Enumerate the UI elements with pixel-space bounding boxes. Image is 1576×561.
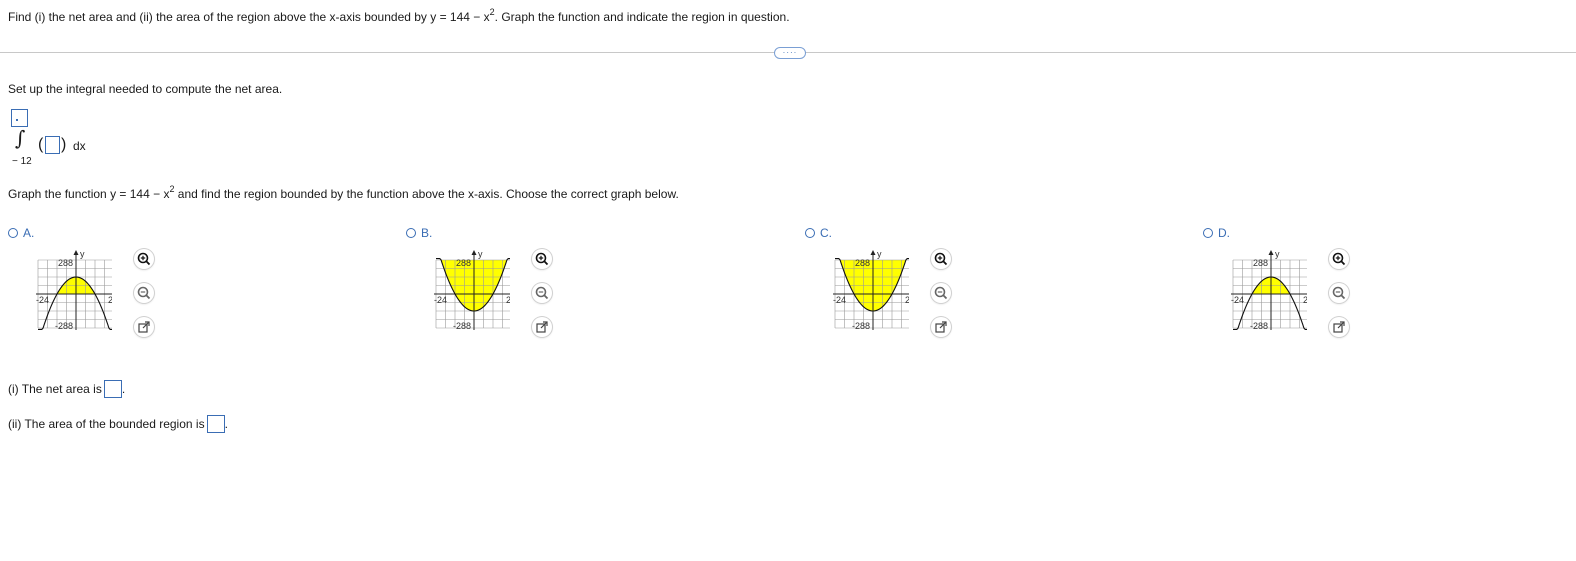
graph-prompt: Graph the function y = 144 − x2 and find…	[8, 184, 679, 201]
expand-button[interactable]: ····	[774, 47, 806, 59]
option-graph: 288-288-2424xy	[833, 249, 921, 331]
integrand-input[interactable]	[45, 136, 60, 154]
option-c[interactable]: C.	[805, 226, 832, 240]
y-axis-label: y	[877, 249, 882, 259]
x-left-label: -24	[36, 295, 49, 305]
radio-button[interactable]	[406, 228, 416, 238]
zoom-out-button[interactable]	[1329, 283, 1349, 303]
option-graph: 288-288-2424xy	[434, 249, 522, 331]
net-area-row: (i) The net area is.	[8, 380, 126, 398]
x-right-label: 24	[506, 295, 510, 305]
setup-prompt: Set up the integral needed to compute th…	[8, 82, 283, 96]
y-bottom-label: -288	[453, 321, 471, 331]
dx-label: dx	[73, 139, 86, 153]
y-bottom-label: -288	[1250, 321, 1268, 331]
popout-icon	[138, 321, 150, 333]
open-paren: (	[38, 136, 44, 153]
y-axis-label: y	[80, 249, 85, 259]
x-left-label: -24	[1231, 295, 1244, 305]
zoom-out-icon	[535, 286, 549, 300]
y-top-label: 288	[855, 258, 870, 268]
popout-button[interactable]	[1329, 317, 1349, 337]
net-area-input[interactable]	[103, 380, 122, 398]
close-paren: )	[61, 136, 67, 153]
zoom-out-button[interactable]	[931, 283, 951, 303]
x-left-label: -24	[434, 295, 447, 305]
option-letter: B.	[421, 226, 433, 240]
zoom-in-icon	[1332, 252, 1346, 266]
zoom-in-button[interactable]	[532, 249, 552, 269]
zoom-in-button[interactable]	[134, 249, 154, 269]
graph-container: 288-288-2424xy	[1207, 244, 1319, 347]
option-b[interactable]: B.	[406, 226, 432, 240]
x-right-label: 24	[108, 295, 112, 305]
lower-limit: − 12	[12, 156, 32, 167]
zoom-out-button[interactable]	[532, 283, 552, 303]
zoom-out-icon	[137, 286, 151, 300]
y-axis-label: y	[478, 249, 483, 259]
option-letter: C.	[820, 226, 832, 240]
integral-sign: ∫	[15, 126, 26, 150]
x-right-label: 24	[905, 295, 909, 305]
zoom-in-icon	[535, 252, 549, 266]
zoom-out-icon	[934, 286, 948, 300]
option-letter: A.	[23, 226, 35, 240]
zoom-in-icon	[934, 252, 948, 266]
upper-limit-input[interactable]	[11, 109, 28, 127]
graph-container: 288-288-2424xy	[12, 244, 124, 347]
question-text: Find (i) the net area and (ii) the area …	[8, 7, 790, 24]
y-top-label: 288	[58, 258, 73, 268]
zoom-in-button[interactable]	[1329, 249, 1349, 269]
option-letter: D.	[1218, 226, 1230, 240]
zoom-in-icon	[137, 252, 151, 266]
y-axis-label: y	[1275, 249, 1280, 259]
x-right-label: 24	[1303, 295, 1307, 305]
zoom-in-button[interactable]	[931, 249, 951, 269]
y-bottom-label: -288	[55, 321, 73, 331]
y-bottom-label: -288	[852, 321, 870, 331]
bounded-area-row: (ii) The area of the bounded region is.	[8, 415, 228, 433]
popout-icon	[935, 321, 947, 333]
radio-button[interactable]	[8, 228, 18, 238]
graph-container: 288-288-2424xy	[809, 244, 921, 347]
option-a[interactable]: A.	[8, 226, 34, 240]
y-top-label: 288	[1253, 258, 1268, 268]
zoom-out-button[interactable]	[134, 283, 154, 303]
option-graph: 288-288-2424xy	[1231, 249, 1319, 331]
popout-button[interactable]	[532, 317, 552, 337]
radio-button[interactable]	[805, 228, 815, 238]
popout-button[interactable]	[931, 317, 951, 337]
popout-button[interactable]	[134, 317, 154, 337]
popout-icon	[536, 321, 548, 333]
radio-button[interactable]	[1203, 228, 1213, 238]
popout-icon	[1333, 321, 1345, 333]
option-graph: 288-288-2424xy	[36, 249, 124, 331]
zoom-out-icon	[1332, 286, 1346, 300]
bounded-area-input[interactable]	[206, 415, 225, 433]
graph-container: 288-288-2424xy	[410, 244, 522, 347]
y-top-label: 288	[456, 258, 471, 268]
x-left-label: -24	[833, 295, 846, 305]
option-d[interactable]: D.	[1203, 226, 1230, 240]
